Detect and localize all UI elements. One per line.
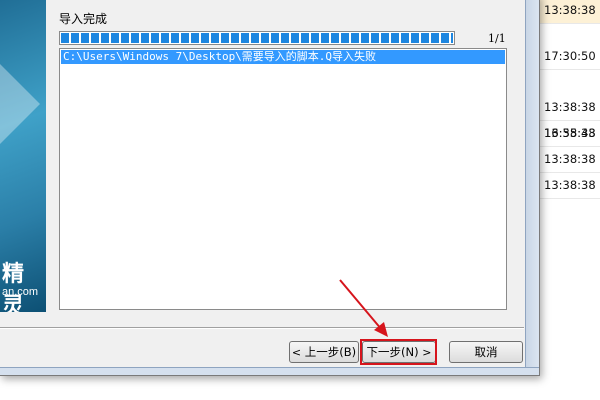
button-separator bbox=[0, 327, 524, 329]
progress-fill bbox=[61, 33, 453, 43]
next-button[interactable]: 下一步(N) > bbox=[362, 341, 436, 363]
window-frame-bottom bbox=[0, 367, 539, 375]
window-frame-right bbox=[525, 0, 539, 375]
progress-count: 1/1 bbox=[488, 32, 506, 45]
chevron-right-icon: > bbox=[422, 346, 432, 359]
section-title: 导入完成 bbox=[59, 12, 108, 26]
time-cell: 13:38:38 bbox=[544, 152, 596, 166]
time-cell: 13:38:38 bbox=[544, 178, 596, 192]
import-log-list[interactable]: C:\Users\Windows 7\Desktop\需要导入的脚本.Q导入失败 bbox=[59, 48, 507, 310]
banner-site-text: an.com bbox=[2, 286, 39, 298]
import-progress-bar bbox=[59, 31, 455, 45]
cancel-button-label: 取消 bbox=[474, 345, 498, 359]
back-button-label: 上一步(B) bbox=[304, 345, 357, 359]
banner-arrow-graphic bbox=[0, 64, 40, 144]
next-button-label: 下一步(N) bbox=[366, 345, 419, 359]
chevron-left-icon: < bbox=[291, 346, 302, 359]
log-entry-selected[interactable]: C:\Users\Windows 7\Desktop\需要导入的脚本.Q导入失败 bbox=[61, 50, 505, 64]
back-button[interactable]: < 上一步(B) bbox=[289, 341, 359, 363]
banner-brand-text: 精灵 bbox=[2, 262, 26, 312]
cancel-button[interactable]: 取消 bbox=[449, 341, 523, 363]
wizard-banner: 精灵 an.com bbox=[0, 0, 46, 312]
time-cell: 16:55:43 bbox=[544, 126, 596, 140]
